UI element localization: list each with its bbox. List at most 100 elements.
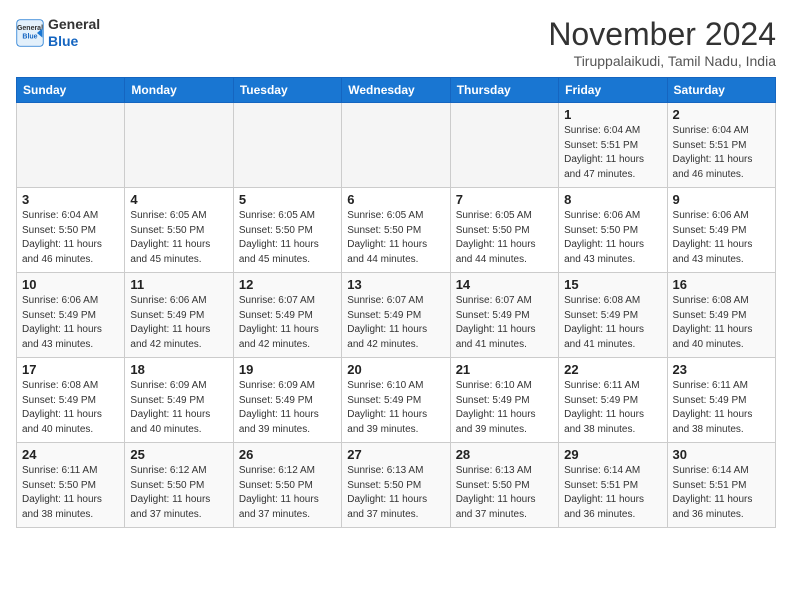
- calendar-cell: 29 Sunrise: 6:14 AM Sunset: 5:51 PM Dayli…: [559, 443, 667, 528]
- calendar-cell: 3 Sunrise: 6:04 AM Sunset: 5:50 PM Daylig…: [17, 188, 125, 273]
- calendar-cell: 20 Sunrise: 6:10 AM Sunset: 5:49 PM Dayli…: [342, 358, 450, 443]
- day-info: Sunrise: 6:12 AM Sunset: 5:50 PM Dayligh…: [239, 464, 336, 522]
- calendar-day-header: Tuesday: [233, 78, 341, 103]
- calendar-cell: 12Sunrise: 6:07 AM Sunset: 5:49 PM Dayli…: [233, 273, 341, 358]
- day-number: 18: [130, 362, 227, 377]
- logo: General Blue General Blue: [16, 16, 100, 50]
- calendar-day-header: Sunday: [17, 78, 125, 103]
- day-number: 14: [456, 277, 553, 292]
- calendar-cell: 19 Sunrise: 6:09 AM Sunset: 5:49 PM Dayli…: [233, 358, 341, 443]
- day-info: Sunrise: 6:07 AM Sunset: 5:49 PM Dayligh…: [347, 294, 444, 352]
- day-number: 1: [564, 107, 661, 122]
- calendar-cell: 5 Sunrise: 6:05 AM Sunset: 5:50 PM Daylig…: [233, 188, 341, 273]
- calendar-cell: 7 Sunrise: 6:05 AM Sunset: 5:50 PM Daylig…: [450, 188, 558, 273]
- day-number: 15: [564, 277, 661, 292]
- calendar-cell: [450, 103, 558, 188]
- calendar-cell: 18Sunrise: 6:09 AM Sunset: 5:49 PM Dayli…: [125, 358, 233, 443]
- day-number: 9: [673, 192, 770, 207]
- day-info: Sunrise: 6:09 AM Sunset: 5:49 PM Dayligh…: [239, 379, 336, 437]
- day-info: Sunrise: 6:06 AM Sunset: 5:50 PM Dayligh…: [564, 209, 661, 267]
- calendar-cell: 30Sunrise: 6:14 AM Sunset: 5:51 PM Dayli…: [667, 443, 775, 528]
- month-title: November 2024: [548, 16, 776, 53]
- day-info: Sunrise: 6:05 AM Sunset: 5:50 PM Dayligh…: [347, 209, 444, 267]
- calendar-cell: 25 Sunrise: 6:12 AM Sunset: 5:50 PM Dayli…: [125, 443, 233, 528]
- day-number: 13: [347, 277, 444, 292]
- day-number: 10: [22, 277, 119, 292]
- day-number: 6: [347, 192, 444, 207]
- day-number: 2: [673, 107, 770, 122]
- day-info: Sunrise: 6:04 AM Sunset: 5:51 PM Dayligh…: [673, 124, 770, 182]
- calendar-week-row: 10 Sunrise: 6:06 AM Sunset: 5:49 PM Dayli…: [17, 273, 776, 358]
- calendar-cell: 13 Sunrise: 6:07 AM Sunset: 5:49 PM Dayli…: [342, 273, 450, 358]
- day-info: Sunrise: 6:04 AM Sunset: 5:50 PM Dayligh…: [22, 209, 119, 267]
- day-info: Sunrise: 6:08 AM Sunset: 5:49 PM Dayligh…: [673, 294, 770, 352]
- day-info: Sunrise: 6:12 AM Sunset: 5:50 PM Dayligh…: [130, 464, 227, 522]
- day-number: 4: [130, 192, 227, 207]
- svg-text:Blue: Blue: [22, 33, 37, 40]
- calendar-day-header: Wednesday: [342, 78, 450, 103]
- day-info: Sunrise: 6:13 AM Sunset: 5:50 PM Dayligh…: [347, 464, 444, 522]
- day-number: 25: [130, 447, 227, 462]
- day-number: 7: [456, 192, 553, 207]
- calendar-cell: 1Sunrise: 6:04 AM Sunset: 5:51 PM Daylig…: [559, 103, 667, 188]
- day-number: 12: [239, 277, 336, 292]
- calendar-day-header: Monday: [125, 78, 233, 103]
- calendar-cell: [125, 103, 233, 188]
- day-info: Sunrise: 6:05 AM Sunset: 5:50 PM Dayligh…: [239, 209, 336, 267]
- day-info: Sunrise: 6:14 AM Sunset: 5:51 PM Dayligh…: [673, 464, 770, 522]
- day-number: 5: [239, 192, 336, 207]
- day-info: Sunrise: 6:10 AM Sunset: 5:49 PM Dayligh…: [347, 379, 444, 437]
- day-number: 11: [130, 277, 227, 292]
- day-info: Sunrise: 6:06 AM Sunset: 5:49 PM Dayligh…: [130, 294, 227, 352]
- calendar-week-row: 1 Sunrise: 6:04 AM Sunset: 5:51 PM Daylig…: [17, 103, 776, 188]
- day-number: 23: [673, 362, 770, 377]
- page-header: General Blue General Blue November 2024 …: [16, 16, 776, 69]
- day-info: Sunrise: 6:05 AM Sunset: 5:50 PM Dayligh…: [456, 209, 553, 267]
- day-number: 24: [22, 447, 119, 462]
- calendar-cell: 10 Sunrise: 6:06 AM Sunset: 5:49 PM Dayli…: [17, 273, 125, 358]
- logo-blue: Blue: [48, 33, 100, 50]
- calendar-cell: 28Sunrise: 6:13 AM Sunset: 5:50 PM Dayli…: [450, 443, 558, 528]
- svg-text:General: General: [17, 25, 43, 32]
- calendar-cell: 9 Sunrise: 6:06 AM Sunset: 5:49 PM Daylig…: [667, 188, 775, 273]
- day-info: Sunrise: 6:07 AM Sunset: 5:49 PM Dayligh…: [456, 294, 553, 352]
- calendar-cell: [233, 103, 341, 188]
- calendar-cell: 21 Sunrise: 6:10 AM Sunset: 5:49 PM Dayli…: [450, 358, 558, 443]
- logo-icon: General Blue: [16, 19, 44, 47]
- day-number: 26: [239, 447, 336, 462]
- day-number: 20: [347, 362, 444, 377]
- calendar-day-header: Saturday: [667, 78, 775, 103]
- day-number: 21: [456, 362, 553, 377]
- day-number: 29: [564, 447, 661, 462]
- calendar-cell: 23 Sunrise: 6:11 AM Sunset: 5:49 PM Dayli…: [667, 358, 775, 443]
- title-block: November 2024 Tiruppalaikudi, Tamil Nadu…: [548, 16, 776, 69]
- calendar-cell: 2 Sunrise: 6:04 AM Sunset: 5:51 PM Daylig…: [667, 103, 775, 188]
- day-number: 22: [564, 362, 661, 377]
- day-info: Sunrise: 6:06 AM Sunset: 5:49 PM Dayligh…: [22, 294, 119, 352]
- day-info: Sunrise: 6:10 AM Sunset: 5:49 PM Dayligh…: [456, 379, 553, 437]
- calendar-day-header: Friday: [559, 78, 667, 103]
- calendar-week-row: 3 Sunrise: 6:04 AM Sunset: 5:50 PM Daylig…: [17, 188, 776, 273]
- day-info: Sunrise: 6:14 AM Sunset: 5:51 PM Dayligh…: [564, 464, 661, 522]
- day-info: Sunrise: 6:06 AM Sunset: 5:49 PM Dayligh…: [673, 209, 770, 267]
- day-number: 19: [239, 362, 336, 377]
- day-info: Sunrise: 6:11 AM Sunset: 5:49 PM Dayligh…: [673, 379, 770, 437]
- calendar-cell: 26 Sunrise: 6:12 AM Sunset: 5:50 PM Dayli…: [233, 443, 341, 528]
- calendar-week-row: 17Sunrise: 6:08 AM Sunset: 5:49 PM Dayli…: [17, 358, 776, 443]
- calendar-cell: 27Sunrise: 6:13 AM Sunset: 5:50 PM Dayli…: [342, 443, 450, 528]
- calendar-day-header: Thursday: [450, 78, 558, 103]
- calendar-header-row: SundayMondayTuesdayWednesdayThursdayFrid…: [17, 78, 776, 103]
- day-number: 28: [456, 447, 553, 462]
- calendar-cell: 8Sunrise: 6:06 AM Sunset: 5:50 PM Daylig…: [559, 188, 667, 273]
- calendar-cell: 22 Sunrise: 6:11 AM Sunset: 5:49 PM Dayli…: [559, 358, 667, 443]
- calendar-cell: 4Sunrise: 6:05 AM Sunset: 5:50 PM Daylig…: [125, 188, 233, 273]
- day-info: Sunrise: 6:08 AM Sunset: 5:49 PM Dayligh…: [22, 379, 119, 437]
- calendar-cell: [342, 103, 450, 188]
- calendar-table: SundayMondayTuesdayWednesdayThursdayFrid…: [16, 77, 776, 528]
- calendar-week-row: 24 Sunrise: 6:11 AM Sunset: 5:50 PM Dayli…: [17, 443, 776, 528]
- day-number: 3: [22, 192, 119, 207]
- calendar-cell: 24 Sunrise: 6:11 AM Sunset: 5:50 PM Dayli…: [17, 443, 125, 528]
- day-info: Sunrise: 6:11 AM Sunset: 5:49 PM Dayligh…: [564, 379, 661, 437]
- day-info: Sunrise: 6:11 AM Sunset: 5:50 PM Dayligh…: [22, 464, 119, 522]
- location-subtitle: Tiruppalaikudi, Tamil Nadu, India: [548, 53, 776, 69]
